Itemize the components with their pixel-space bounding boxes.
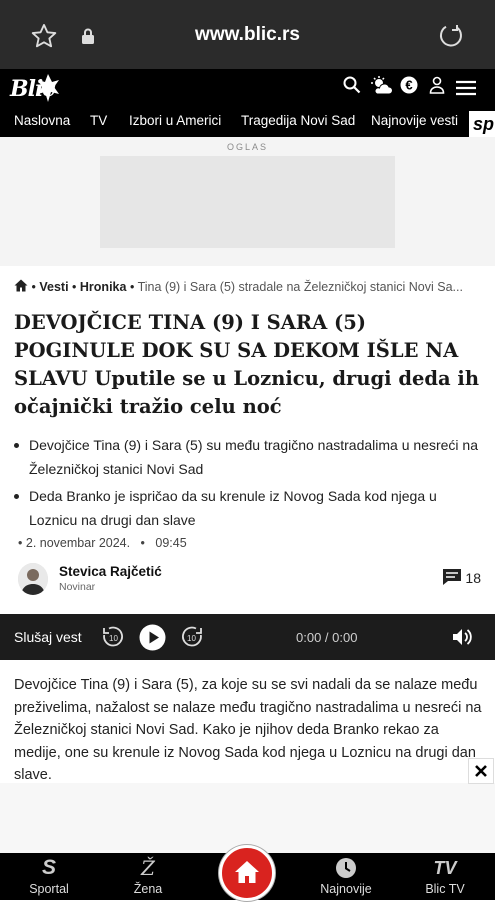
sportal-icon: S (41, 856, 56, 879)
nav-item-tv[interactable]: TV (90, 113, 107, 128)
menu-icon[interactable] (456, 80, 476, 101)
home-button[interactable] (219, 845, 275, 901)
clock-icon (336, 858, 356, 878)
bottom-nav-sportal[interactable]: S Sportal (9, 853, 89, 896)
bottom-ad-slot (0, 783, 495, 853)
breadcrumb-separator: • (31, 280, 36, 294)
ad-label: OGLAS (226, 142, 268, 152)
bullet-dot: • (18, 536, 23, 550)
rewind-seconds: 10 (109, 634, 118, 643)
search-icon[interactable] (343, 76, 361, 99)
comment-icon (442, 569, 461, 585)
bottom-nav-najnovije[interactable]: Najnovije (306, 853, 386, 896)
bottom-nav-zena[interactable]: Ž Žena (108, 853, 188, 896)
publish-date: • 2. novembar 2024. • 09:45 (18, 536, 187, 550)
breadcrumb-separator: • (129, 280, 135, 294)
breadcrumb-item-hronika[interactable]: Hronika (80, 280, 127, 294)
breadcrumb-separator: • (72, 280, 77, 294)
rewind-10-icon[interactable]: 10 (101, 625, 125, 654)
bullet-dot: • (133, 536, 152, 550)
nav-item-sport-tab[interactable]: sp (469, 111, 495, 137)
bottom-nav-label: Najnovije (320, 882, 372, 896)
nav-item-tragedija[interactable]: Tragedija Novi Sad (241, 113, 355, 128)
date-text: 2. novembar 2024. (25, 536, 131, 550)
close-icon[interactable] (468, 758, 494, 784)
breadcrumb-current: Tina (9) i Sara (5) stradale na Železnič… (137, 280, 463, 294)
comment-count: 18 (465, 570, 481, 586)
browser-toolbar: www.blic.rs (0, 0, 495, 69)
site-header: Blic € Naslovna TV Izbori u Americi Trag… (0, 69, 495, 137)
ad-placeholder[interactable] (100, 156, 395, 248)
logo-text: Blic (10, 76, 56, 102)
breadcrumb: • Vesti • Hronika • Tina (9) i Sara (5) … (14, 279, 484, 294)
nav-item-naslovna[interactable]: Naslovna (14, 113, 70, 128)
bottom-nav-label: Blic TV (425, 882, 465, 896)
svg-text:€: € (405, 78, 412, 93)
blic-logo[interactable]: Blic (10, 72, 60, 104)
listen-label: Slušaj vest (14, 629, 82, 645)
bottom-nav-blic-tv[interactable]: TV Blic TV (405, 853, 485, 896)
weather-icon[interactable] (371, 76, 393, 101)
playback-time: 0:00 / 0:00 (296, 630, 358, 645)
breadcrumb-item-vesti[interactable]: Vesti (39, 280, 68, 294)
time-text: 09:45 (155, 536, 187, 550)
home-icon[interactable] (14, 279, 28, 292)
article-title: DEVOJČICE TINA (9) I SARA (5) POGINULE D… (14, 311, 480, 418)
bottom-nav-label: Sportal (29, 882, 69, 896)
author-name[interactable]: Stevica Rajčetić (59, 564, 162, 579)
nav-item-izbori[interactable]: Izbori u Americi (129, 113, 221, 128)
avatar[interactable] (18, 563, 48, 595)
currency-euro-icon[interactable]: € (400, 76, 418, 99)
address-bar-url[interactable]: www.blic.rs (0, 24, 495, 46)
article-highlights: Devojčice Tina (9) i Sara (5) su među tr… (14, 433, 484, 535)
forward-seconds: 10 (187, 634, 196, 643)
bottom-nav-label: Žena (133, 882, 163, 896)
play-button[interactable] (139, 624, 166, 656)
nav-item-najnovije[interactable]: Najnovije vesti (371, 113, 458, 128)
author-block: Stevica Rajčetić Novinar 18 (18, 563, 483, 597)
reload-icon[interactable] (437, 22, 465, 55)
forward-10-icon[interactable]: 10 (180, 625, 204, 654)
category-nav: Naslovna TV Izbori u Americi Tragedija N… (0, 111, 495, 137)
article-body: Devojčice Tina (9) i Sara (5), za koje s… (14, 677, 482, 783)
highlight-item: Devojčice Tina (9) i Sara (5) su među tr… (14, 433, 484, 481)
volume-icon[interactable] (452, 627, 474, 652)
audio-player: Slušaj vest 10 10 0:00 / 0:00 (0, 614, 495, 660)
author-role: Novinar (59, 581, 96, 593)
highlight-item: Deda Branko je ispričao da su krenule iz… (14, 484, 484, 532)
user-icon[interactable] (429, 76, 445, 99)
home-icon (235, 861, 259, 883)
blic-tv-icon: TV (433, 858, 457, 878)
comments-link[interactable]: 18 (442, 568, 481, 586)
ad-container: OGLAS (0, 137, 495, 266)
zena-icon: Ž (141, 856, 155, 880)
